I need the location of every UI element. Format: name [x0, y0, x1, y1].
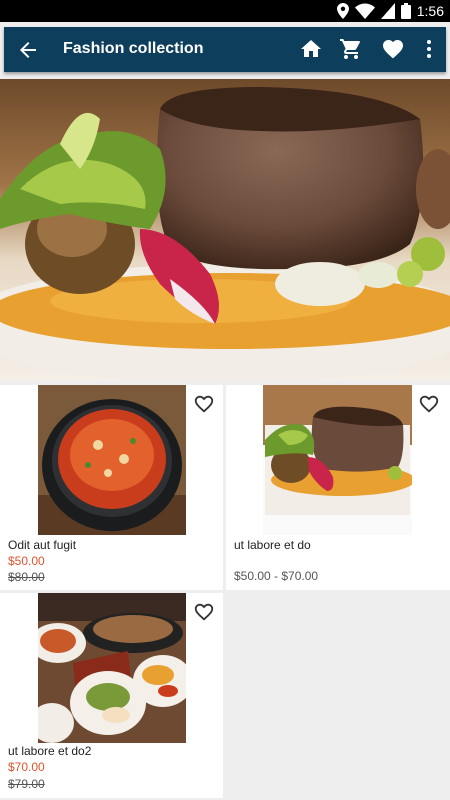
status-time: 1:56	[416, 3, 444, 19]
product-sale-price: $50.00	[8, 554, 45, 568]
home-icon[interactable]	[299, 37, 323, 61]
favorite-outline-icon[interactable]	[418, 393, 440, 415]
favorite-outline-icon[interactable]	[193, 601, 215, 623]
more-vert-icon[interactable]	[417, 37, 441, 61]
product-price-range: $50.00 - $70.00	[234, 569, 319, 583]
product-image[interactable]	[38, 593, 186, 743]
product-sale-price: $70.00	[8, 760, 45, 774]
product-name[interactable]: Odit aut fugit	[8, 538, 76, 552]
wifi-icon	[354, 3, 375, 19]
location-icon	[336, 3, 349, 19]
battery-icon	[400, 3, 411, 19]
product-original-price: $80.00	[8, 570, 45, 584]
favorite-outline-icon[interactable]	[193, 393, 215, 415]
product-card[interactable]: ut labore et do2 $70.00 $79.00	[0, 593, 223, 798]
heart-icon[interactable]	[381, 37, 405, 61]
back-arrow-icon[interactable]	[16, 38, 40, 62]
hero-banner-image[interactable]	[0, 79, 450, 381]
page-title: Fashion collection	[63, 40, 204, 57]
product-image[interactable]	[263, 385, 412, 535]
app-bar: Fashion collection	[4, 27, 446, 72]
product-name[interactable]: ut labore et do2	[8, 744, 91, 758]
product-card[interactable]: Odit aut fugit $50.00 $80.00	[0, 385, 223, 590]
signal-icon	[380, 3, 395, 19]
product-image[interactable]	[38, 385, 186, 535]
status-bar: 1:56	[0, 0, 450, 22]
product-original-price: $79.00	[8, 777, 45, 791]
product-name[interactable]: ut labore et do	[234, 538, 311, 552]
cart-icon[interactable]	[339, 37, 363, 61]
product-card[interactable]: ut labore et do $50.00 - $70.00	[226, 385, 450, 590]
